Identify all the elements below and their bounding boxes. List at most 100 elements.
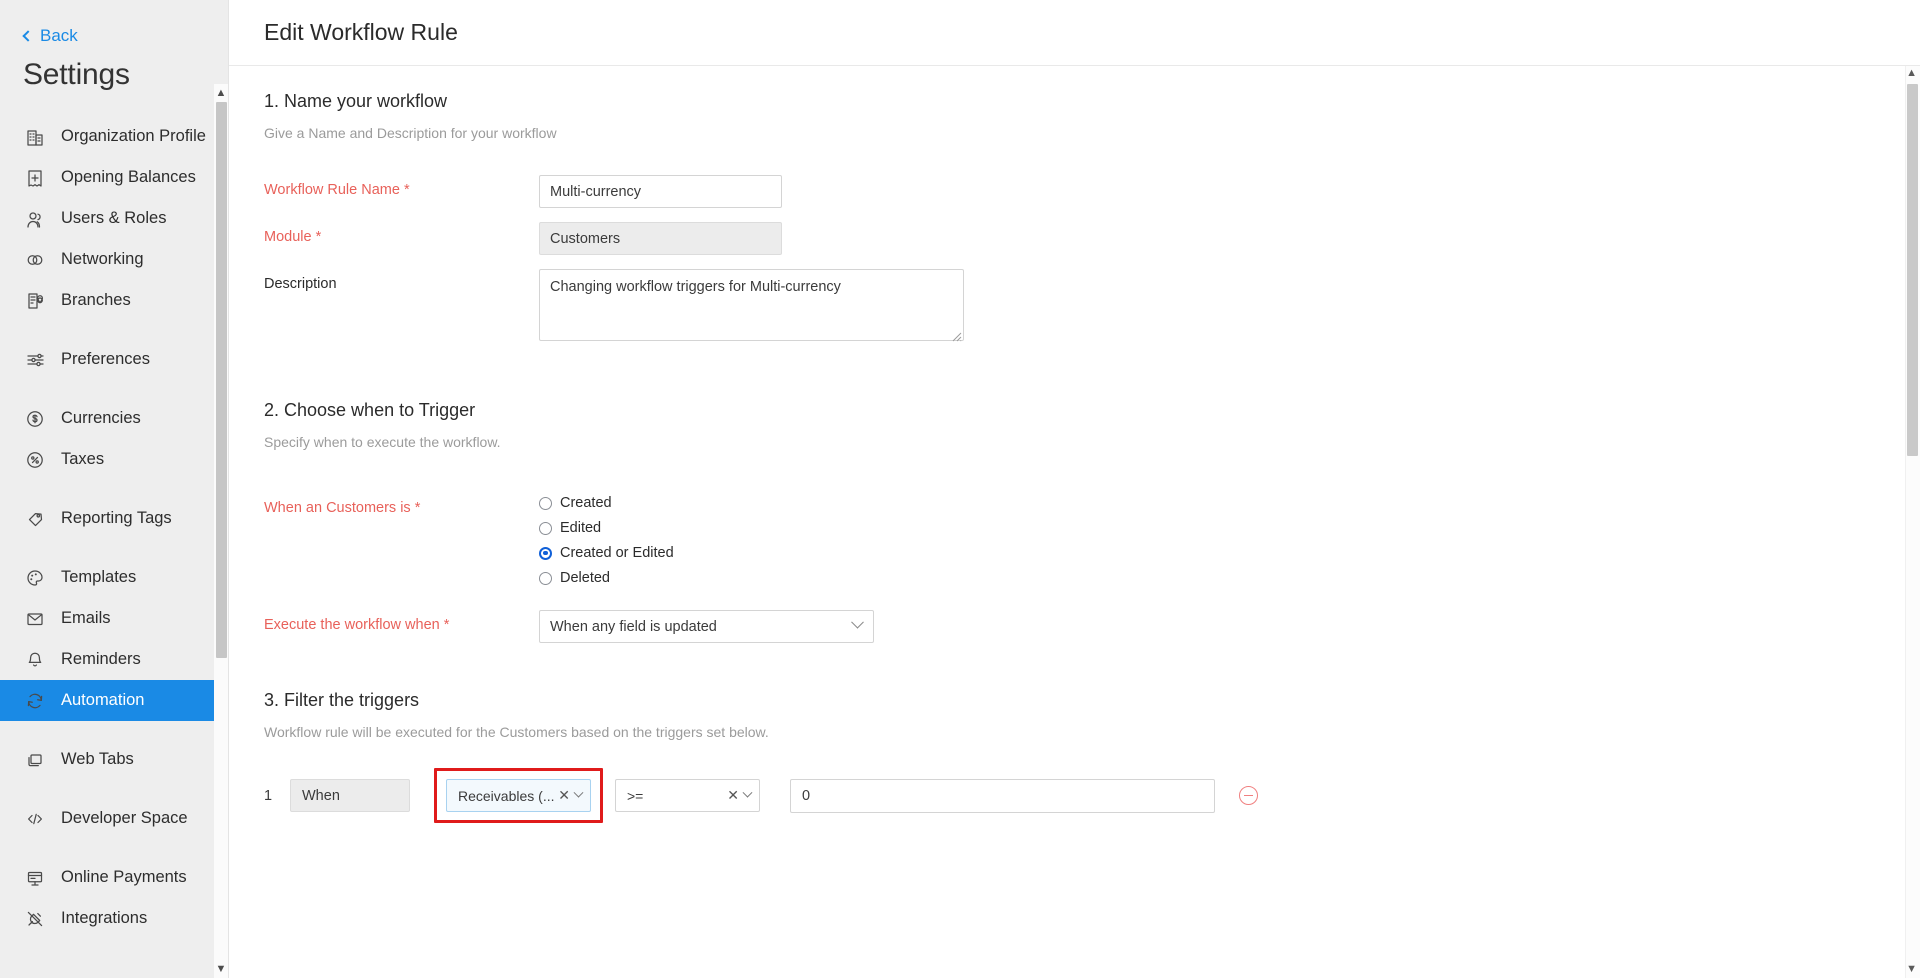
sidebar-item-label: Templates (61, 568, 136, 587)
bell-icon (24, 649, 45, 670)
filter-operator-value: >= (627, 788, 727, 804)
sidebar-item-label: Users & Roles (61, 209, 166, 228)
module-input[interactable] (539, 222, 782, 255)
rule-name-label: Workflow Rule Name * (264, 175, 539, 198)
plug-icon (24, 908, 45, 929)
sidebar-item-emails[interactable]: Emails (0, 598, 228, 639)
description-wrapper: Changing workflow triggers for Multi-cur… (539, 269, 964, 346)
sidebar-nav: Organization Profile Opening Balances User… (0, 116, 228, 957)
sidebar-group: Currencies Taxes (0, 398, 228, 498)
rule-name-row: Workflow Rule Name * (264, 175, 1920, 208)
sidebar-item-branches[interactable]: Branches (0, 280, 228, 321)
sidebar-item-label: Networking (61, 250, 144, 269)
radio-label: Edited (560, 520, 601, 536)
sidebar-item-preferences[interactable]: Preferences (0, 339, 228, 380)
sidebar-group: Reporting Tags (0, 498, 228, 557)
envelope-icon (24, 608, 45, 629)
chevron-down-icon (574, 788, 584, 798)
settings-sidebar: Back Settings Organization Profile Openin… (0, 0, 228, 978)
windows-icon (24, 749, 45, 770)
sidebar-item-label: Emails (61, 609, 111, 628)
sidebar-item-networking[interactable]: Networking (0, 239, 228, 280)
sidebar-item-label: Currencies (61, 409, 141, 428)
sidebar-group: Preferences (0, 339, 228, 398)
trigger-radio-deleted[interactable]: Deleted (539, 570, 674, 586)
users-icon (24, 208, 45, 229)
sidebar-group: Online Payments Integrations (0, 857, 228, 957)
main-scroll-up-icon[interactable]: ▲ (1906, 68, 1917, 79)
clear-icon[interactable]: ✕ (727, 787, 739, 804)
sidebar-scroll-down-icon[interactable]: ▼ (215, 962, 227, 976)
execute-when-row: Execute the workflow when * When any fie… (264, 610, 1920, 643)
section-3-title: 3. Filter the triggers (264, 643, 1920, 711)
form-content: 1. Name your workflow Give a Name and De… (228, 66, 1920, 823)
remove-filter-row-button[interactable] (1239, 786, 1258, 805)
sidebar-item-templates[interactable]: Templates (0, 557, 228, 598)
sidebar-item-web-tabs[interactable]: Web Tabs (0, 739, 228, 780)
rule-name-input[interactable] (539, 175, 782, 208)
sidebar-item-online-payments[interactable]: Online Payments (0, 857, 228, 898)
sidebar-title: Settings (0, 46, 228, 92)
radio-icon (539, 522, 552, 535)
refresh-icon (24, 690, 45, 711)
radio-icon (539, 497, 552, 510)
sidebar-item-organization-profile[interactable]: Organization Profile (0, 116, 228, 157)
back-button[interactable]: Back (0, 0, 228, 46)
sidebar-group: Developer Space (0, 798, 228, 857)
sidebar-scrollbar-thumb[interactable] (216, 102, 227, 658)
sidebar-item-currencies[interactable]: Currencies (0, 398, 228, 439)
main-scroll-down-icon[interactable]: ▼ (1906, 964, 1917, 975)
trigger-radio-group: Created Edited Created or Edited Deleted (539, 493, 674, 586)
sidebar-item-label: Preferences (61, 350, 150, 369)
sidebar-scroll-up-icon[interactable]: ▲ (215, 86, 227, 100)
trigger-radio-created[interactable]: Created (539, 495, 674, 511)
sidebar-item-taxes[interactable]: Taxes (0, 439, 228, 480)
filter-field-select[interactable]: Receivables (... ✕ (446, 779, 591, 812)
sidebar-item-label: Branches (61, 291, 131, 310)
trigger-when-label: When an Customers is * (264, 493, 539, 516)
main-content: Edit Workflow Rule 1. Name your workflow… (228, 0, 1920, 978)
section-3-subtitle: Workflow rule will be executed for the C… (264, 711, 1920, 740)
sidebar-item-reminders[interactable]: Reminders (0, 639, 228, 680)
section-1-title: 1. Name your workflow (264, 66, 1920, 112)
sidebar-item-integrations[interactable]: Integrations (0, 898, 228, 939)
sliders-icon (24, 349, 45, 370)
sidebar-item-label: Web Tabs (61, 750, 134, 769)
main-scrollbar-thumb[interactable] (1907, 84, 1918, 456)
filter-field-value: Receivables (... (458, 788, 558, 804)
sidebar-item-label: Integrations (61, 909, 147, 928)
sidebar-group: Web Tabs (0, 739, 228, 798)
receipt-plus-icon (24, 167, 45, 188)
description-row: Description Changing workflow triggers f… (264, 269, 1920, 346)
clear-icon[interactable]: ✕ (558, 787, 570, 804)
sidebar-item-automation[interactable]: Automation (0, 680, 228, 721)
execute-when-select[interactable]: When any field is updated (539, 610, 874, 643)
filter-when-label: When (290, 779, 410, 812)
module-label: Module * (264, 222, 539, 245)
section-1-subtitle: Give a Name and Description for your wor… (264, 112, 1920, 141)
sidebar-item-label: Reporting Tags (61, 509, 172, 528)
sidebar-item-label: Reminders (61, 650, 141, 669)
back-label: Back (40, 26, 78, 46)
chevron-down-icon (743, 788, 753, 798)
filter-value-input[interactable] (790, 779, 1215, 813)
trigger-radio-created-or-edited[interactable]: Created or Edited (539, 545, 674, 561)
sidebar-item-reporting-tags[interactable]: Reporting Tags (0, 498, 228, 539)
description-textarea[interactable]: Changing workflow triggers for Multi-cur… (539, 269, 964, 341)
module-row: Module * (264, 222, 1920, 255)
radio-label: Created or Edited (560, 545, 674, 561)
trigger-radio-edited[interactable]: Edited (539, 520, 674, 536)
building-icon (24, 126, 45, 147)
sidebar-group: Organization Profile Opening Balances User… (0, 116, 228, 339)
filter-operator-select[interactable]: >= ✕ (615, 779, 760, 812)
sidebar-item-opening-balances[interactable]: Opening Balances (0, 157, 228, 198)
percent-circle-icon (24, 449, 45, 470)
radio-icon (539, 572, 552, 585)
rings-icon (24, 249, 45, 270)
trigger-when-row: When an Customers is * CreatedEditedCrea… (264, 493, 1920, 586)
sidebar-item-label: Organization Profile (61, 127, 206, 146)
sidebar-item-developer-space[interactable]: Developer Space (0, 798, 228, 839)
sidebar-item-users-roles[interactable]: Users & Roles (0, 198, 228, 239)
chevron-left-icon (22, 30, 33, 41)
sidebar-item-label: Taxes (61, 450, 104, 469)
